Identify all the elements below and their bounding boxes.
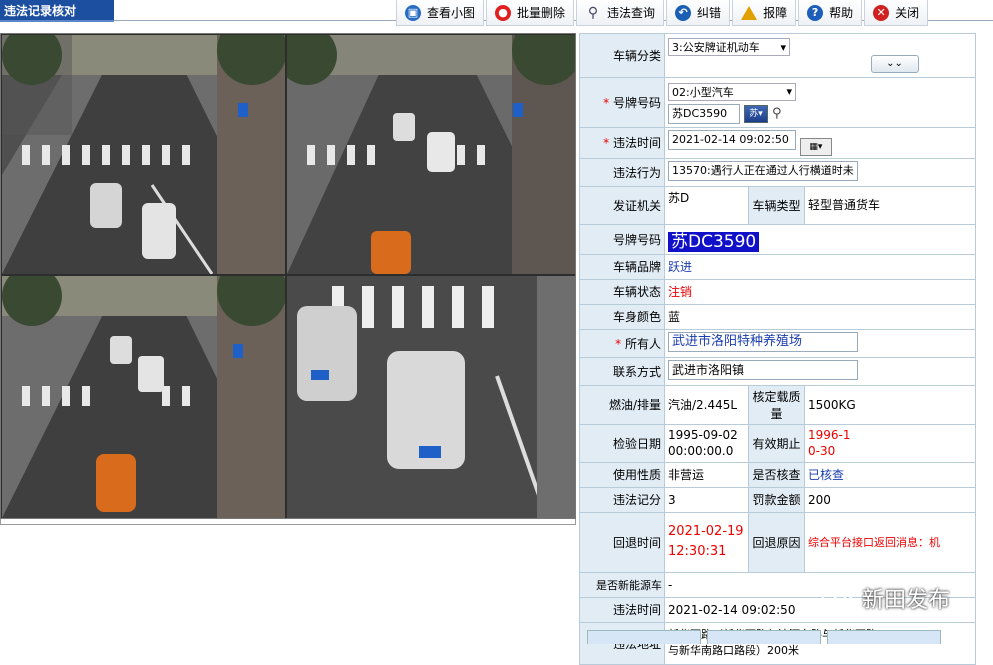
warning-button[interactable]: ! 报障	[732, 0, 797, 26]
fine-value: 200	[804, 486, 976, 513]
toolbar-button-label: 纠错	[697, 6, 722, 20]
load-value: 1500KG	[804, 384, 976, 425]
search-icon: ⚲	[587, 4, 599, 21]
undo-icon: ↶	[675, 4, 692, 21]
points-value: 3	[664, 486, 749, 513]
plate-number-highlight: 苏DC3590	[668, 231, 760, 252]
close-icon: ✕	[873, 4, 890, 21]
return-time-value: 2021-02-19 12:30:31	[664, 511, 749, 573]
stop-button[interactable]: ● 批量删除	[486, 0, 575, 26]
toolbar-button-label: 报障	[763, 6, 788, 20]
body-color-value: 蓝	[664, 303, 976, 330]
stop-icon: ●	[495, 4, 512, 21]
owner-input[interactable]: 武进市洛阳特种养殖场	[668, 331, 858, 352]
plate-number-input[interactable]: 苏DC3590	[668, 103, 740, 124]
status-value: 注销	[664, 278, 976, 305]
toolbar-button-label: 批量删除	[517, 6, 566, 20]
return-reason-value: 综合平台接口返回消息：机	[804, 511, 976, 573]
fuel-value: 汽油/2.445L	[664, 384, 749, 425]
vehicle-type-value: 轻型普通货车	[804, 185, 976, 225]
help-icon: ?	[807, 4, 824, 21]
checked-value: 已核查	[804, 461, 976, 488]
toolbar-button-label: 关闭	[895, 6, 920, 20]
usage-value: 非营运	[664, 461, 749, 488]
street-scene-image	[287, 276, 575, 518]
toolbar: ▣ 查看小图 ● 批量删除 ⚲ 违法查询 ↶ 纠错! 报障? 帮助 ✕ 关闭	[396, 0, 930, 26]
dropdown-arrow-icon: ▾	[780, 40, 786, 54]
wechat-watermark: 新田发布	[822, 582, 950, 614]
photo-frame-bottom	[0, 519, 576, 525]
photo-2[interactable]	[287, 35, 575, 274]
help-button[interactable]: ? 帮助	[798, 0, 863, 26]
inspection-date-value: 1995-09-02 00:00:00.0	[664, 423, 749, 463]
toolbar-button-label: 查看小图	[427, 6, 476, 20]
violation-time-input[interactable]: 2021-02-14 09:02:50	[668, 130, 796, 150]
street-scene-image	[2, 276, 285, 518]
plate-type-select[interactable]: 02:小型汽车 ▾	[668, 82, 796, 101]
photo-4[interactable]	[287, 276, 575, 518]
picture-icon: ▣	[405, 4, 421, 21]
issuing-office-value: 苏D	[664, 185, 749, 225]
bottom-button-2[interactable]	[707, 630, 821, 644]
plate-label: * 号牌号码	[579, 77, 665, 128]
photo-3[interactable]	[2, 276, 285, 518]
expand-button[interactable]: ⌄⌄	[870, 55, 919, 73]
calendar-icon[interactable]: ▦▾	[799, 137, 832, 156]
photo-1[interactable]	[2, 35, 285, 274]
toolbar-button-label: 帮助	[829, 6, 854, 20]
close-button[interactable]: ✕ 关闭	[864, 0, 929, 26]
picture-button[interactable]: ▣ 查看小图	[396, 0, 485, 26]
search-icon[interactable]: ⚲	[772, 106, 782, 121]
street-scene-image	[2, 35, 285, 274]
dropdown-arrow-icon: ▾	[786, 85, 792, 98]
street-scene-image	[287, 35, 575, 274]
violation-act-input[interactable]: 13570:遇行人正在通过人行横道时未	[668, 160, 858, 181]
wechat-logo-icon	[822, 586, 853, 609]
bottom-button-3[interactable]	[827, 630, 941, 644]
warning-icon: !	[741, 5, 758, 20]
violation-info-panel: 车辆分类 3:公安牌证机动车 ▾ ⌄⌄ * 号牌号码 02:小型汽车 ▾ 苏DC35…	[579, 33, 976, 665]
valid-until-value: 1996-10-30	[804, 423, 976, 463]
window-title: 违法记录核对	[0, 0, 114, 22]
chevron-double-down-icon: ⌄⌄	[886, 58, 903, 69]
toolbar-button-label: 违法查询	[607, 6, 656, 20]
brand-value: 跃进	[664, 253, 976, 280]
search-button[interactable]: ⚲ 违法查询	[576, 0, 665, 26]
vehicle-category-label: 车辆分类	[579, 33, 665, 78]
province-picker-icon[interactable]: 苏▾	[744, 104, 768, 123]
watermark-text: 新田发布	[862, 588, 951, 613]
undo-button[interactable]: ↶ 纠错	[666, 0, 731, 26]
violation-photos[interactable]	[0, 33, 576, 519]
bottom-button-1[interactable]	[587, 630, 701, 644]
vehicle-category-select[interactable]: 3:公安牌证机动车 ▾	[668, 38, 790, 56]
contact-input[interactable]: 武进市洛阳镇	[668, 359, 858, 380]
